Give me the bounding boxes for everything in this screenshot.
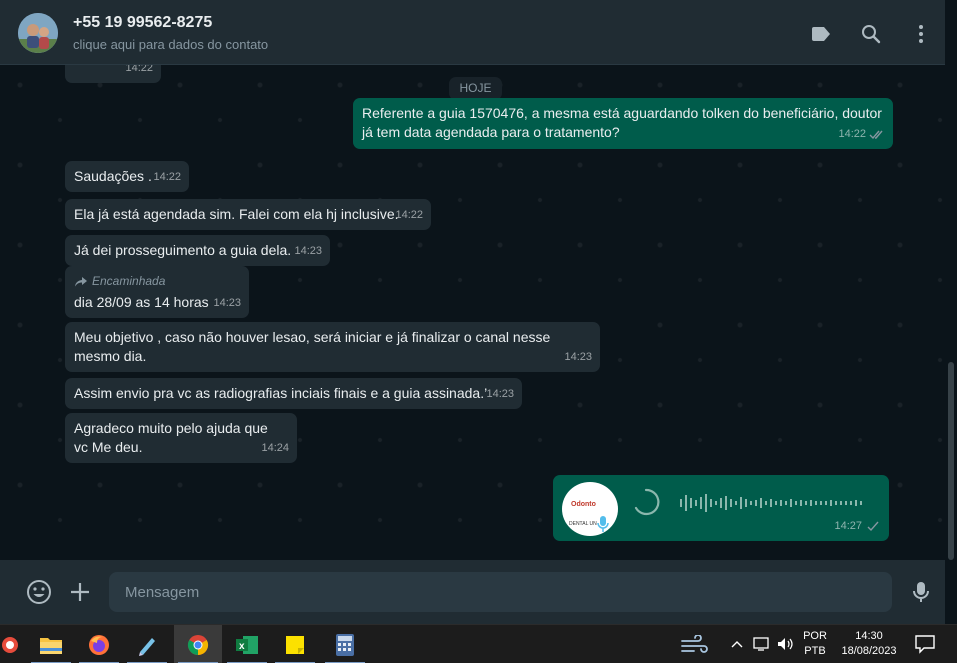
message-time: 14:23 — [213, 297, 241, 309]
message-bubble-in[interactable]: Assim envio pra vc as radiografias incia… — [65, 378, 522, 409]
message-text: Ela já está agendada sim. Falei com ela … — [74, 206, 399, 222]
forwarded-label: Encaminhada — [74, 272, 240, 291]
message-list[interactable]: 14:22 HOJE Referente a guia 1570476, a m… — [0, 65, 945, 560]
loading-spinner-icon[interactable] — [631, 487, 661, 517]
windows-taskbar: x POR PTB 14:30 18/08/2023 — [0, 624, 957, 663]
voice-message-bubble[interactable]: Odonto DENTAL UN 14:27 — [553, 475, 889, 541]
date-divider: HOJE — [449, 77, 502, 100]
taskbar-file-explorer[interactable] — [27, 625, 75, 663]
folder-icon — [40, 637, 62, 654]
message-text: Assim envio pra vc as radiografias incia… — [74, 385, 488, 401]
message-bubble-out[interactable]: Referente a guia 1570476, a mesma está a… — [353, 98, 893, 149]
menu-icon[interactable] — [909, 22, 933, 46]
excel-icon: x — [236, 635, 258, 654]
sticky-notes-icon — [286, 635, 304, 654]
message-bubble-in[interactable]: Agradeco muito pelo ajuda que vc Me deu.… — [65, 413, 297, 463]
message-bubble-in[interactable]: Já dei prosseguimento a guia dela. 14:23 — [65, 235, 330, 266]
message-text: Referente a guia 1570476, a mesma está a… — [362, 105, 882, 140]
message-text: Meu objetivo , caso não houver lesao, se… — [74, 329, 551, 364]
message-bubble-in[interactable]: 14:22 — [65, 65, 161, 83]
taskbar-calculator[interactable] — [321, 625, 369, 663]
taskbar-sticky-notes[interactable] — [271, 625, 319, 663]
message-bubble-in-forwarded[interactable]: Encaminhada dia 28/09 as 14 horas 14:23 — [65, 266, 249, 318]
contact-info-link[interactable]: clique aqui para dados do contato — [73, 37, 268, 52]
single-tick-icon — [867, 521, 879, 532]
message-bubble-in[interactable]: Ela já está agendada sim. Falei com ela … — [65, 199, 431, 230]
microphone-icon[interactable] — [908, 579, 934, 605]
firefox-icon — [89, 634, 109, 655]
attach-plus-icon[interactable] — [67, 579, 93, 605]
calculator-icon — [336, 633, 354, 656]
contact-avatar[interactable] — [18, 13, 58, 53]
tray-chevron-up-icon[interactable] — [729, 637, 745, 651]
chat-scrollbar-thumb[interactable] — [948, 362, 954, 560]
message-input[interactable] — [109, 572, 892, 612]
message-meta: 14:22 — [838, 125, 885, 144]
message-text: dia 28/09 as 14 horas — [74, 294, 209, 310]
taskbar-clock[interactable]: 14:30 18/08/2023 — [836, 629, 902, 659]
chrome-icon — [187, 634, 209, 655]
double-tick-icon — [869, 130, 883, 140]
whatsapp-window: +55 19 99562-8275 clique aqui para dados… — [0, 0, 957, 663]
chat-header[interactable]: +55 19 99562-8275 clique aqui para dados… — [0, 0, 945, 65]
taskbar-app-notes[interactable] — [123, 625, 171, 663]
message-time: 14:23 — [294, 245, 322, 257]
message-time: 14:22 — [153, 171, 181, 183]
weather-wind-icon[interactable] — [680, 634, 708, 655]
emoji-icon[interactable] — [26, 579, 52, 605]
message-text: Saudações . — [74, 168, 152, 184]
network-icon[interactable] — [752, 636, 772, 652]
message-time: 14:22 — [395, 209, 423, 221]
message-text: Agradeco muito pelo ajuda que vc Me deu. — [74, 420, 268, 455]
notes-app-icon — [139, 637, 155, 656]
message-meta: 14:27 — [834, 517, 881, 536]
taskbar-excel[interactable]: x — [223, 625, 271, 663]
taskbar-chrome[interactable] — [174, 625, 222, 663]
message-bubble-in[interactable]: Meu objetivo , caso não houver lesao, se… — [65, 322, 600, 372]
label-icon[interactable] — [809, 22, 833, 46]
svg-text:x: x — [239, 641, 245, 652]
message-time: 14:24 — [261, 442, 289, 454]
compose-bar — [0, 560, 945, 624]
search-icon[interactable] — [859, 22, 883, 46]
message-bubble-in[interactable]: Saudações . 14:22 — [65, 161, 189, 192]
notifications-icon[interactable] — [914, 634, 936, 654]
forward-icon — [75, 276, 87, 286]
microphone-icon — [597, 516, 609, 532]
volume-icon[interactable] — [776, 636, 796, 652]
taskbar-firefox[interactable] — [75, 625, 123, 663]
input-language-indicator[interactable]: POR PTB — [800, 629, 830, 659]
message-time: 14:23 — [486, 388, 514, 400]
audio-waveform[interactable] — [680, 489, 870, 517]
contact-name[interactable]: +55 19 99562-8275 — [73, 14, 212, 32]
message-time: 14:22 — [125, 65, 153, 74]
message-time: 14:23 — [564, 351, 592, 363]
message-text: Já dei prosseguimento a guia dela. — [74, 242, 292, 258]
